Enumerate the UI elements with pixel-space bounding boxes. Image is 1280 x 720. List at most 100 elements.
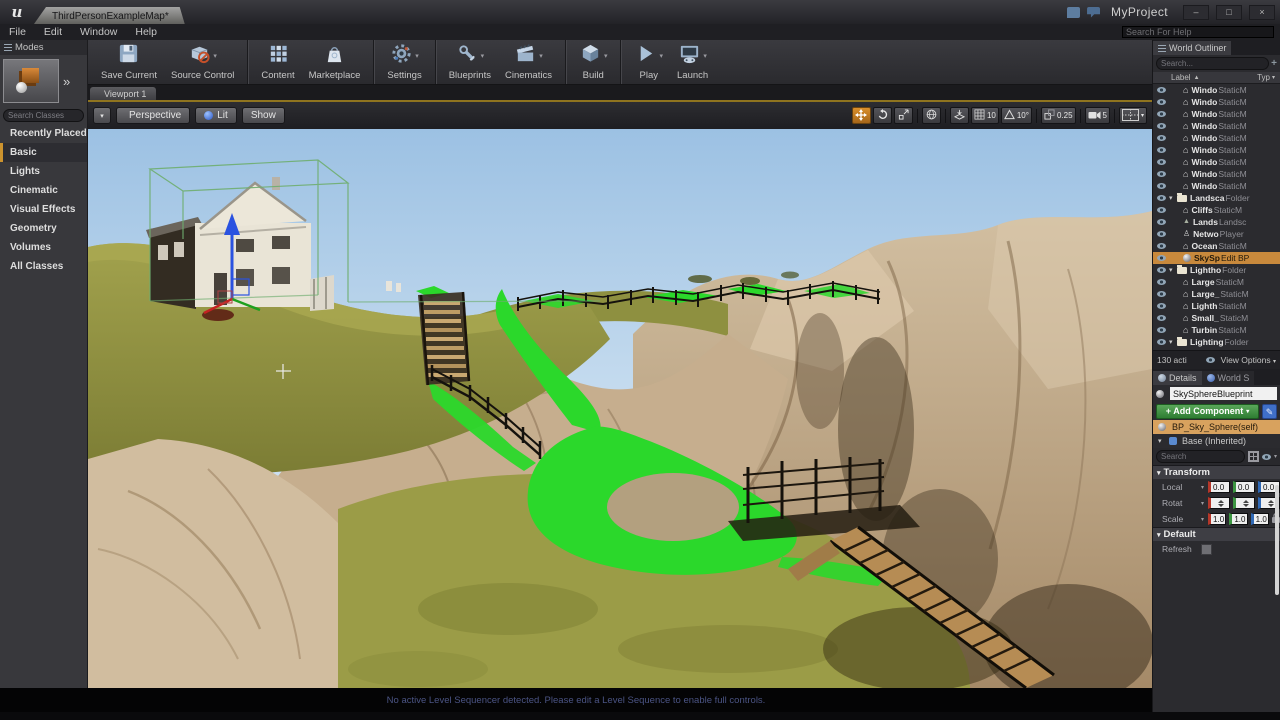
lit-mode-button[interactable]: Lit [195,107,237,124]
expand-arrow-icon[interactable]: ▾ [1169,338,1177,346]
modes-panel-tab[interactable]: Modes [0,40,87,55]
content-button[interactable]: Content [254,40,301,84]
add-actor-icon[interactable]: + [1271,58,1277,69]
scale-value-field[interactable]: 1.0 [1208,513,1226,525]
chevron-down-icon[interactable]: ▾ [659,52,663,60]
view-options-button[interactable]: View Options ▾ [1221,355,1276,365]
visibility-eye-icon[interactable] [1157,159,1166,165]
outliner-row[interactable]: ⌂OceanStaticM [1153,240,1280,252]
place-mode-button[interactable] [3,59,59,103]
outliner-row[interactable]: ⌂WindoStaticM [1153,84,1280,96]
outliner-row[interactable]: ⌂TurbinStaticM [1153,324,1280,336]
mode-category-basic[interactable]: Basic [0,143,87,162]
visibility-eye-icon[interactable] [1157,303,1166,309]
outliner-row[interactable]: ⌂WindoStaticM [1153,120,1280,132]
minimize-button[interactable]: – [1183,5,1209,20]
close-button[interactable]: × [1249,5,1275,20]
visibility-eye-icon[interactable] [1157,135,1166,141]
mode-category-recently-placed[interactable]: Recently Placed [0,124,87,143]
chevron-down-icon[interactable]: ▾ [604,52,608,60]
viewport-3d-scene[interactable] [88,129,1152,688]
rotat-value-field[interactable] [1208,497,1230,509]
outliner-search-input[interactable]: Search... [1156,57,1269,70]
visibility-eye-icon[interactable] [1157,339,1166,345]
outliner-row[interactable]: ⌂CliffsStaticM [1153,204,1280,216]
help-search-input[interactable]: Search For Help [1122,26,1274,38]
outliner-row[interactable]: ⌂WindoStaticM [1153,180,1280,192]
visibility-eye-icon[interactable] [1157,327,1166,333]
checkbox-refresh[interactable] [1201,544,1212,555]
visibility-eye-icon[interactable] [1157,243,1166,249]
visibility-eye-icon[interactable] [1157,171,1166,177]
blueprints-button[interactable]: ▾Blueprints [442,40,498,84]
actor-name-field[interactable]: SkySphereBlueprint [1170,387,1277,400]
chevron-down-icon[interactable]: ▾ [1201,500,1204,507]
visibility-eye-icon[interactable] [1157,183,1166,189]
local-value-field[interactable]: 0.0 [1233,481,1255,493]
outliner-row[interactable]: ⌂WindoStaticM [1153,108,1280,120]
expand-arrow-icon[interactable]: ▾ [1169,266,1177,274]
scale-value-field[interactable]: 1.0 [1251,513,1269,525]
spinner-icon[interactable] [1218,498,1225,508]
save-current-button[interactable]: Save Current [94,40,164,84]
mode-category-all-classes[interactable]: All Classes [0,257,87,276]
outliner-row[interactable]: SkySpEdit BP [1153,252,1280,264]
chevron-down-icon[interactable]: ▾ [1201,484,1204,491]
outliner-row[interactable]: ⌂WindoStaticM [1153,96,1280,108]
level-document-tab[interactable]: ThirdPersonExampleMap* [34,7,185,24]
eye-icon[interactable] [1262,454,1271,460]
mode-category-cinematic[interactable]: Cinematic [0,181,87,200]
visibility-eye-icon[interactable] [1157,231,1166,237]
world-settings-tab[interactable]: World S [1202,371,1255,385]
outliner-row[interactable]: ⌂Large_StaticM [1153,288,1280,300]
feedback-bubble-icon[interactable] [1067,7,1080,18]
property-matrix-icon[interactable] [1248,451,1259,462]
local-value-field[interactable]: 0.0 [1208,481,1230,493]
visibility-eye-icon[interactable] [1157,87,1166,93]
visibility-eye-icon[interactable] [1157,279,1166,285]
chevron-down-icon[interactable]: ▾ [1201,516,1204,523]
settings-button[interactable]: ▾Settings [380,40,428,84]
rotation-snap-toggle[interactable]: 10° [1001,107,1032,124]
outliner-row[interactable]: ⌂Small_StaticM [1153,312,1280,324]
spinner-icon[interactable] [1268,498,1275,508]
outliner-row[interactable]: ⌂LighthStaticM [1153,300,1280,312]
viewport-tab[interactable]: Viewport 1 [90,87,156,100]
expand-arrow-icon[interactable]: ▾ [1158,437,1166,445]
menu-help[interactable]: Help [126,26,166,38]
details-scrollbar[interactable] [1275,485,1279,595]
launch-button[interactable]: ▾Launch [670,40,715,84]
outliner-row[interactable]: ▾LandscaFolder [1153,192,1280,204]
world-outliner-tab[interactable]: World Outliner [1153,41,1231,55]
outliner-column-headers[interactable]: Label ▲ Typ ▾ [1153,72,1280,84]
chevron-down-icon[interactable]: ▾ [481,52,485,60]
viewport-options-dropdown[interactable]: ▾ [93,107,111,124]
edit-blueprint-button[interactable]: ✎ [1262,404,1277,419]
outliner-row[interactable]: ♙NetwoPlayer [1153,228,1280,240]
visibility-eye-icon[interactable] [1157,147,1166,153]
maximize-button[interactable]: □ [1216,5,1242,20]
search-classes-input[interactable]: Search Classes [3,109,84,122]
visibility-eye-icon[interactable] [1157,255,1166,261]
scale-value-field[interactable]: 1.0 [1229,513,1247,525]
mode-category-lights[interactable]: Lights [0,162,87,181]
outliner-row[interactable]: ⌂WindoStaticM [1153,156,1280,168]
details-search-input[interactable]: Search [1156,450,1245,463]
visibility-eye-icon[interactable] [1157,195,1166,201]
visibility-eye-icon[interactable] [1157,219,1166,225]
expand-arrow-icon[interactable]: ▾ [1169,194,1177,202]
mode-category-volumes[interactable]: Volumes [0,238,87,257]
play-button[interactable]: ▾Play [627,40,670,84]
move-tool[interactable] [852,107,871,124]
outliner-row[interactable]: ▲LandsLandsc [1153,216,1280,228]
menu-file[interactable]: File [0,26,35,38]
add-component-button[interactable]: + Add Component▾ [1156,404,1259,419]
surface-snap-toggle[interactable] [950,107,969,124]
details-tab[interactable]: Details [1153,371,1202,385]
visibility-eye-icon[interactable] [1157,207,1166,213]
section-header-default[interactable]: ▾Default [1153,527,1280,541]
menu-window[interactable]: Window [71,26,126,38]
perspective-button[interactable]: Perspective [116,107,190,124]
expand-modes-chevron[interactable]: » [63,74,70,89]
build-button[interactable]: ▾Build [572,40,615,84]
